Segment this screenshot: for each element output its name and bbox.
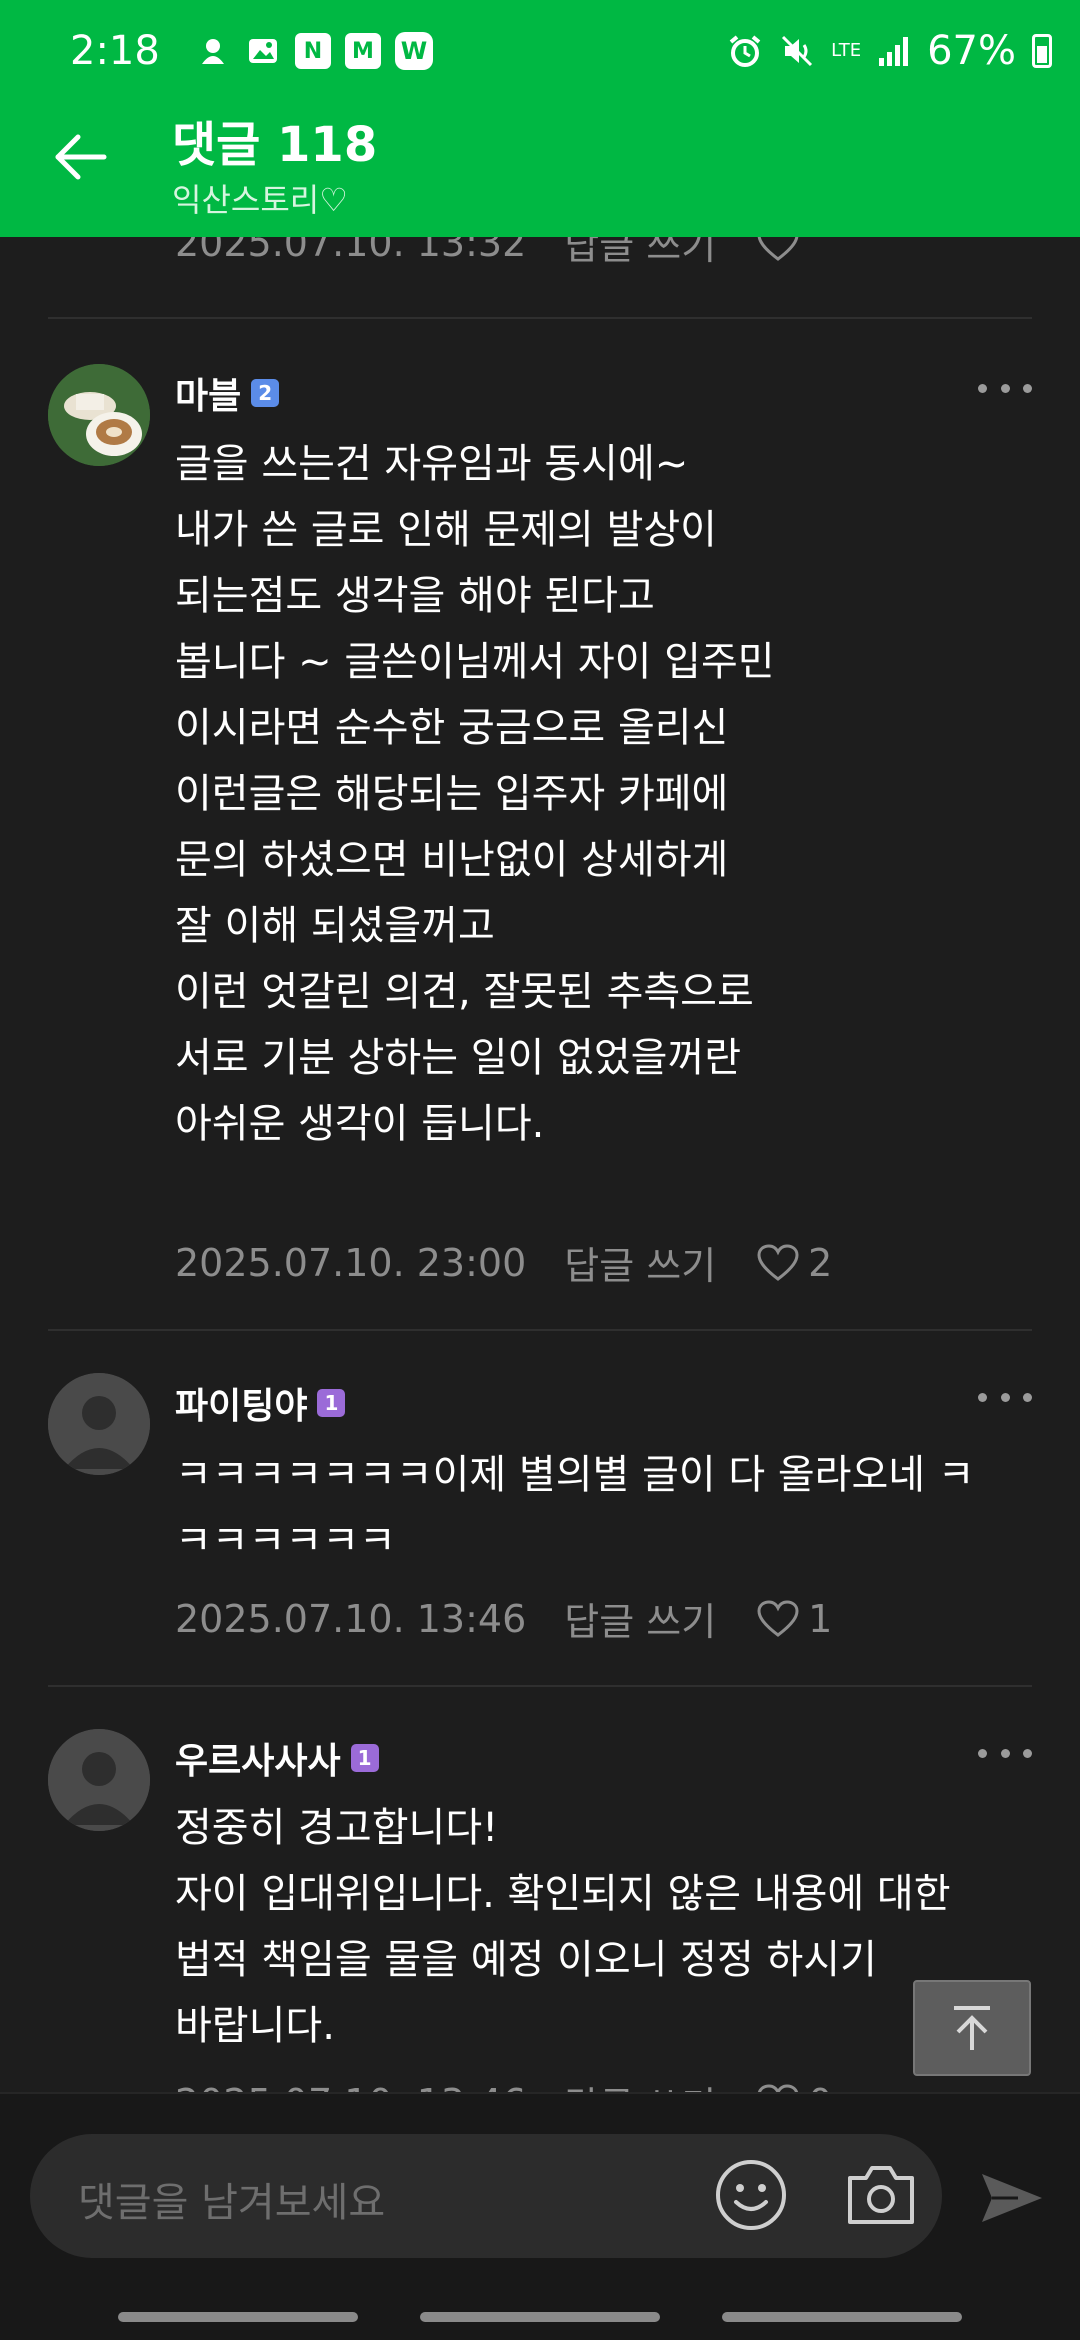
comment-input-bar: 댓글을 남겨보세요 (0, 2092, 1080, 2292)
comment-list[interactable]: 2025.07.10. 13:32 답글 쓰기 마블 2 글을 쓰는건 자유임과… (0, 237, 1080, 2092)
like-count: 2 (808, 1240, 833, 1285)
comment-author[interactable]: 파이팅야 1 (175, 1377, 346, 1429)
notification-icons: N M W (195, 32, 433, 70)
page-title: 댓글 118 (172, 117, 378, 173)
reply-button[interactable]: 답글 쓰기 (564, 1591, 716, 1646)
comment-meta: 2025.07.10. 13:46 답글 쓰기 0 (175, 2075, 832, 2092)
mute-icon (782, 35, 813, 67)
reply-button[interactable]: 답글 쓰기 (564, 1235, 716, 1290)
like-button[interactable]: 2 (756, 1241, 832, 1285)
level-badge: 1 (317, 1389, 346, 1417)
status-bar: 2:18 N M W LTE 67% (0, 0, 1080, 105)
gesture-handle[interactable] (722, 2312, 962, 2322)
signal-icon (879, 37, 909, 66)
comment-input-placeholder: 댓글을 남겨보세요 (78, 2180, 386, 2226)
mstock-icon: M (345, 33, 381, 69)
battery-icon (1032, 34, 1052, 68)
heart-icon (757, 1243, 799, 1281)
divider (48, 1329, 1032, 1331)
screen: 2:18 N M W LTE 67% 댓글 118 익산스토리♡ 2025.07… (0, 0, 1080, 2340)
comment-body: 글을 쓰는건 자유임과 동시에~ 내가 쓴 글로 인해 문제의 발상이 되는점도… (175, 441, 775, 1147)
level-badge: 2 (251, 379, 280, 407)
header: 댓글 118 익산스토리♡ (0, 105, 1080, 237)
cafe-name[interactable]: 익산스토리♡ (172, 175, 348, 221)
more-icon[interactable] (978, 1743, 1032, 1763)
author-name: 우르사사사 (175, 1741, 341, 1782)
like-count: 1 (808, 1596, 833, 1641)
system-icons: LTE 67% (727, 28, 1052, 74)
more-icon[interactable] (978, 378, 1032, 398)
comment-meta: 2025.07.10. 23:00 답글 쓰기 2 (175, 1235, 832, 1290)
gesture-bar (0, 2292, 1080, 2340)
alarm-icon (729, 35, 761, 67)
gallery-icon (245, 33, 281, 69)
comment-input[interactable]: 댓글을 남겨보세요 (30, 2134, 942, 2258)
avatar[interactable] (48, 1729, 150, 1831)
gesture-handle[interactable] (118, 2312, 358, 2322)
scroll-top-icon (954, 2006, 990, 2050)
camera-icon[interactable] (842, 2158, 920, 2232)
heart-icon (757, 1599, 799, 1637)
lte-label: LTE (831, 40, 862, 61)
comment-author[interactable]: 우르사사사 1 (175, 1732, 379, 1784)
avatar[interactable] (48, 364, 150, 466)
like-count: 0 (808, 2081, 832, 2093)
scroll-top-button[interactable] (913, 1980, 1031, 2076)
comment-date: 2025.07.10. 13:46 (175, 1596, 527, 1641)
back-arrow-icon[interactable] (50, 127, 110, 187)
avatar[interactable] (48, 1373, 150, 1475)
like-button[interactable]: 1 (756, 1597, 832, 1641)
more-icon[interactable] (978, 1387, 1032, 1407)
comment-meta: 2025.07.10. 13:32 답글 쓰기 (175, 237, 800, 270)
heart-icon (757, 2083, 799, 2092)
comment-date: 2025.07.10. 13:32 (175, 237, 527, 265)
reply-button[interactable]: 답글 쓰기 (564, 237, 716, 270)
comment-date: 2025.07.10. 13:46 (175, 2081, 526, 2093)
divider (48, 317, 1032, 319)
reply-button[interactable]: 답글 쓰기 (564, 2075, 716, 2092)
comment-meta: 2025.07.10. 13:46 답글 쓰기 1 (175, 1591, 832, 1646)
webtoon-icon: W (395, 32, 433, 70)
author-name: 마블 (175, 376, 242, 417)
comment-body: ㅋㅋㅋㅋㅋㅋㅋ이제 별의별 글이 다 올라오네 ㅋ ㅋㅋㅋㅋㅋㅋ (175, 1452, 975, 1564)
heart-icon (757, 237, 799, 261)
app-notification-icon (195, 33, 231, 69)
gesture-handle[interactable] (420, 2312, 660, 2322)
like-button[interactable] (756, 237, 800, 263)
comment-author[interactable]: 마블 2 (175, 367, 280, 419)
divider (48, 1685, 1032, 1687)
status-time: 2:18 (70, 28, 160, 74)
naver-icon: N (295, 33, 331, 69)
send-icon[interactable] (978, 2168, 1046, 2228)
level-badge: 1 (350, 1744, 379, 1772)
top-bar: 2:18 N M W LTE 67% 댓글 118 익산스토리♡ (0, 0, 1080, 237)
comment-date: 2025.07.10. 23:00 (175, 1240, 527, 1285)
emoji-icon[interactable] (712, 2156, 790, 2234)
author-name: 파이팅야 (175, 1386, 308, 1427)
battery-percent: 67% (927, 28, 1016, 74)
like-button[interactable]: 0 (756, 2081, 832, 2093)
